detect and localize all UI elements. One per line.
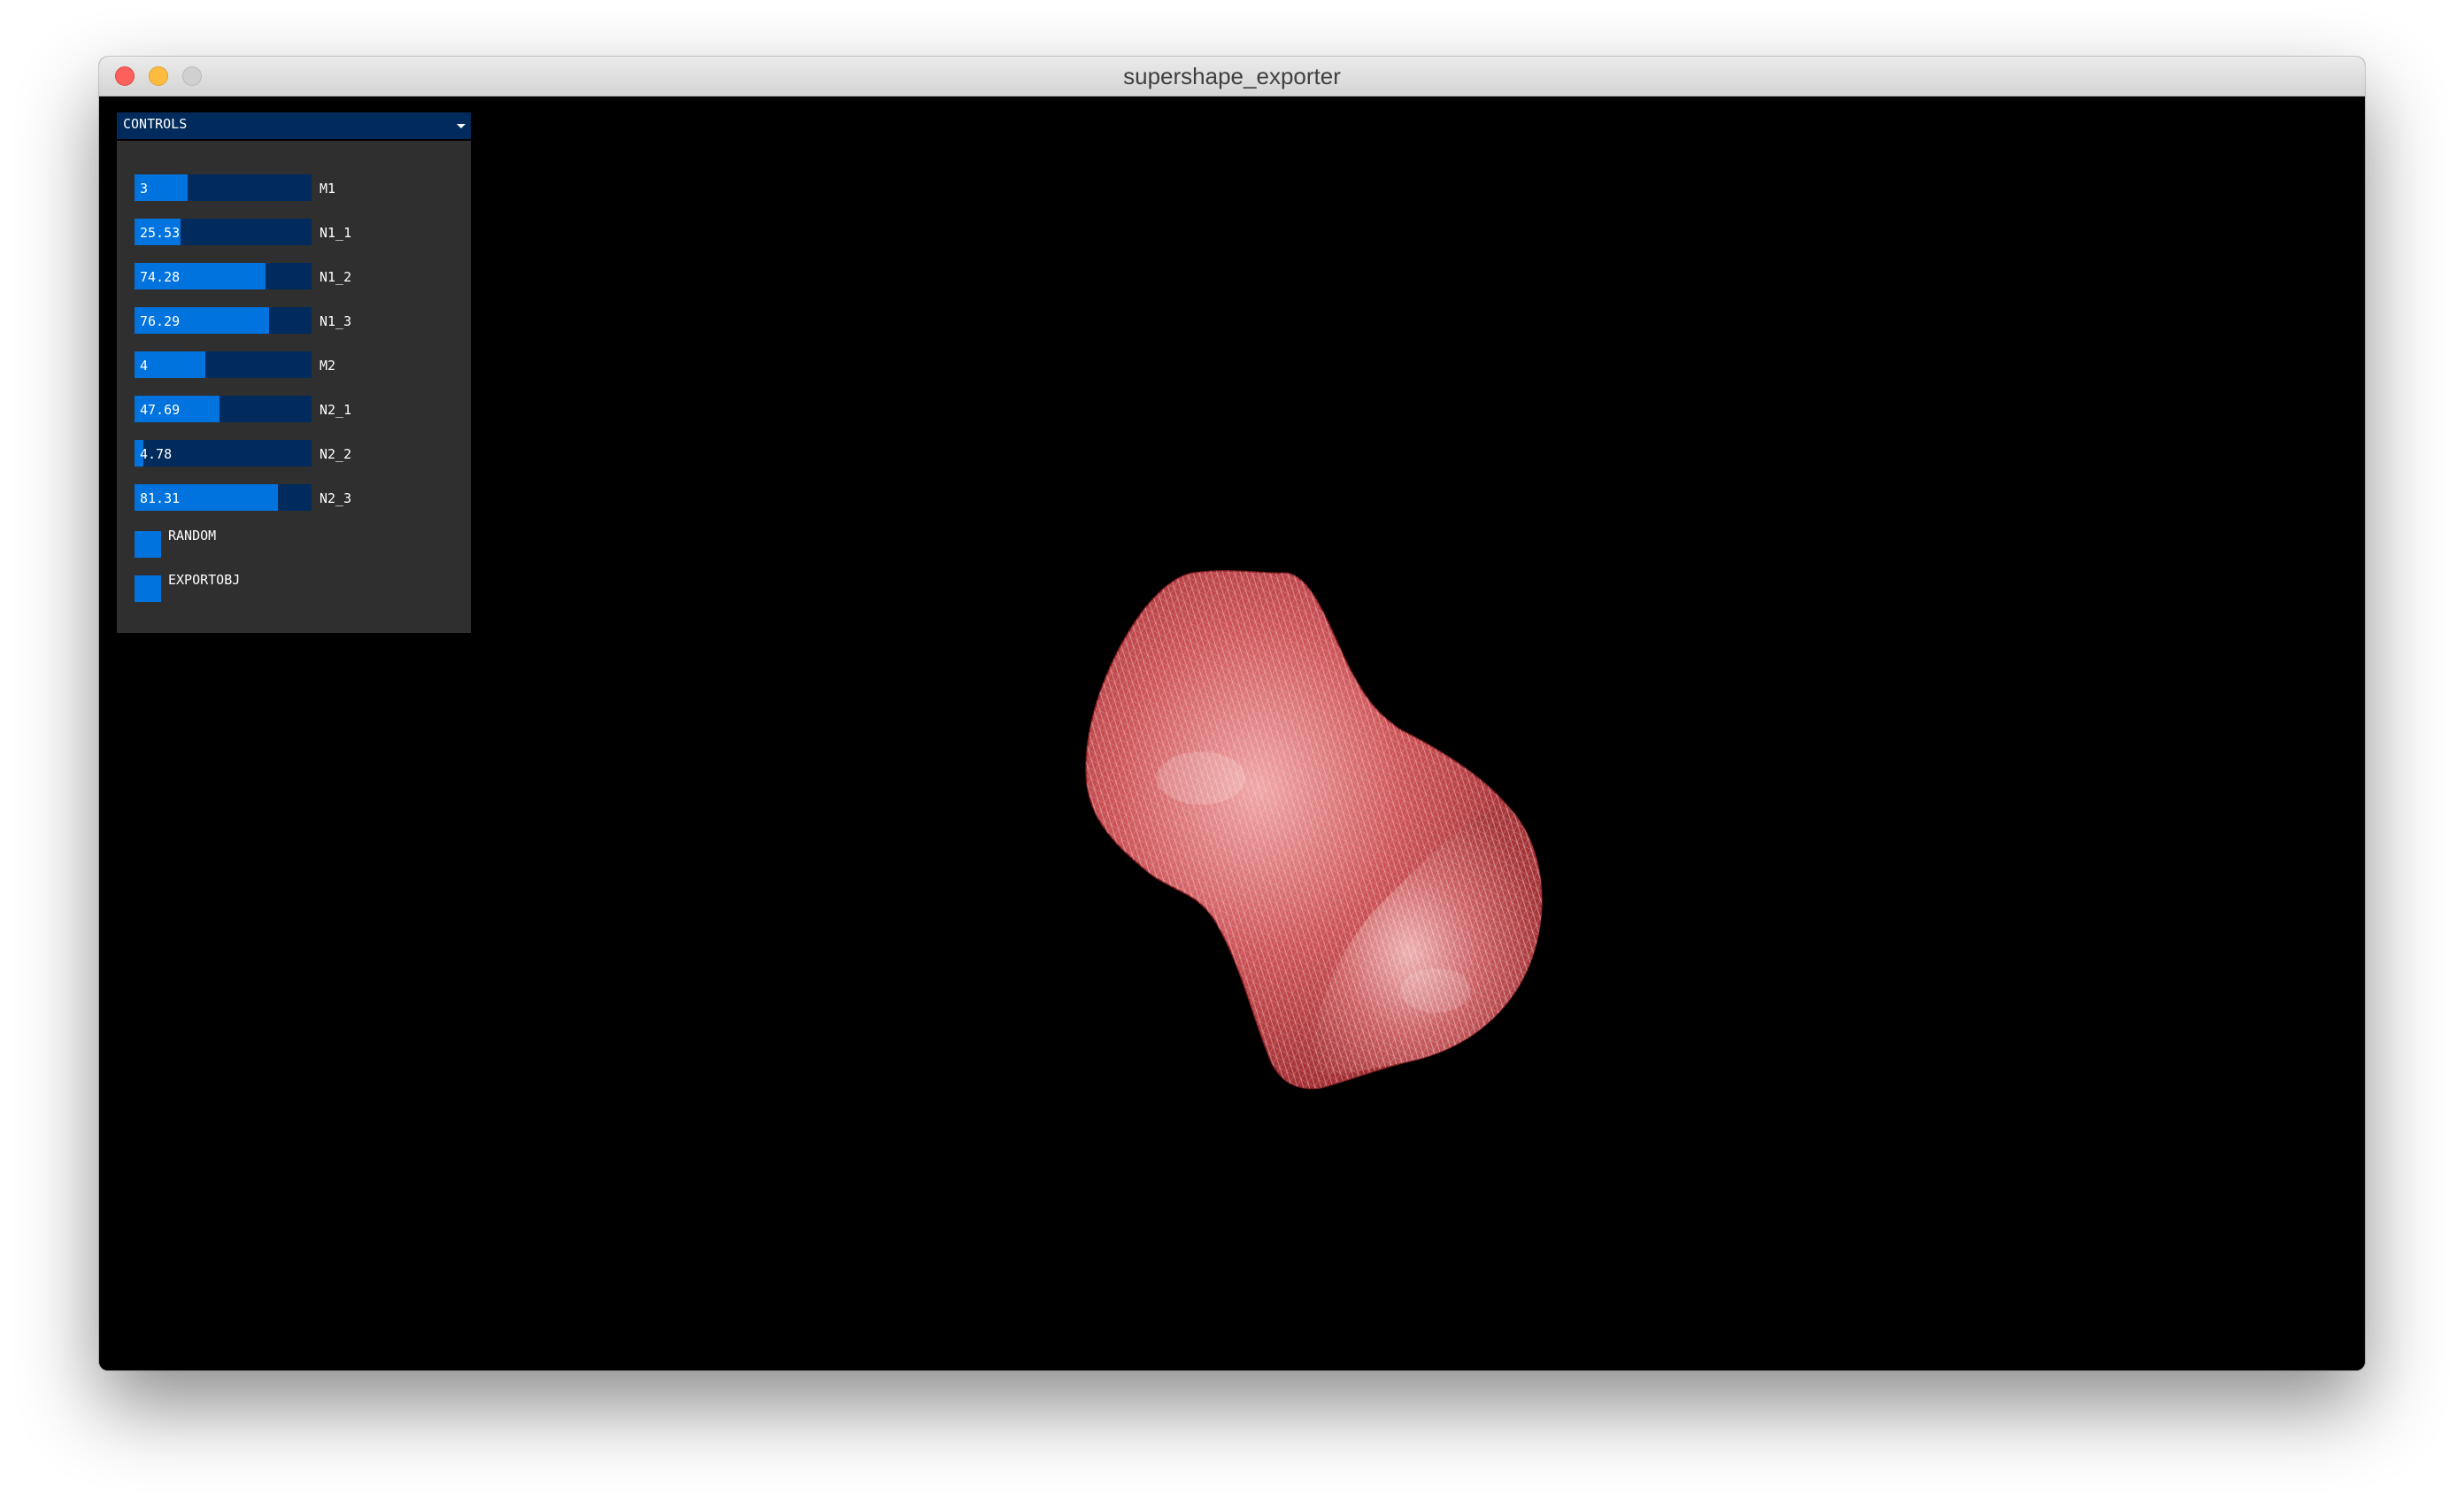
slider-label: N1_2 xyxy=(320,269,352,285)
slider-n2-1[interactable]: 47.69 xyxy=(135,396,312,422)
slider-value: 81.31 xyxy=(140,490,181,506)
highlight xyxy=(1157,752,1245,805)
slider-n2-2[interactable]: 4.78 xyxy=(135,440,312,467)
window-title: supershape_exporter xyxy=(1123,63,1341,89)
slider-m1[interactable]: 3 xyxy=(135,174,312,201)
slider-value: 4 xyxy=(140,358,149,374)
slider-n1-3[interactable]: 76.29 xyxy=(135,307,312,334)
toggle-label-random: RANDOM xyxy=(168,528,217,544)
slider-value: 4.78 xyxy=(140,446,173,462)
highlight xyxy=(1400,968,1471,1013)
slider-label: M1 xyxy=(320,181,336,197)
slider-m2[interactable]: 4 xyxy=(135,351,312,378)
exportobj-toggle[interactable] xyxy=(135,575,161,602)
app-window: supershape_exporter CONTROLS 3 M1 25.53 … xyxy=(99,57,2365,1370)
slider-value: 74.28 xyxy=(140,269,181,285)
slider-value: 76.29 xyxy=(140,313,181,329)
slider-label: N2_1 xyxy=(320,402,352,418)
random-toggle[interactable] xyxy=(135,531,161,558)
slider-n1-1[interactable]: 25.53 xyxy=(135,219,312,245)
slider-label: M2 xyxy=(320,358,336,374)
supershape-mesh xyxy=(1085,569,1543,1090)
slider-n1-2[interactable]: 74.28 xyxy=(135,263,312,289)
render-canvas[interactable]: CONTROLS 3 M1 25.53 N1_1 74.28 N1_2 76.2… xyxy=(99,96,2365,1370)
slider-value: 25.53 xyxy=(140,225,181,241)
slider-label: N2_2 xyxy=(320,446,352,462)
slider-n2-3[interactable]: 81.31 xyxy=(135,484,312,511)
slider-label: N2_3 xyxy=(320,490,352,506)
slider-value: 47.69 xyxy=(140,402,181,418)
shape-body xyxy=(1085,569,1543,1090)
controls-group-label: CONTROLS xyxy=(123,116,188,132)
slider-label: N1_1 xyxy=(320,225,352,241)
collapse-caret-icon[interactable] xyxy=(457,124,466,128)
title-bar: supershape_exporter xyxy=(99,57,2365,96)
slider-label: N1_3 xyxy=(320,313,352,329)
slider-value: 3 xyxy=(140,181,149,197)
controls-group-header[interactable]: CONTROLS xyxy=(117,112,471,139)
controls-panel: 3 M1 25.53 N1_1 74.28 N1_2 76.29 N1_3 4 xyxy=(117,141,471,633)
toggle-label-exportobj: EXPORTOBJ xyxy=(168,572,241,588)
